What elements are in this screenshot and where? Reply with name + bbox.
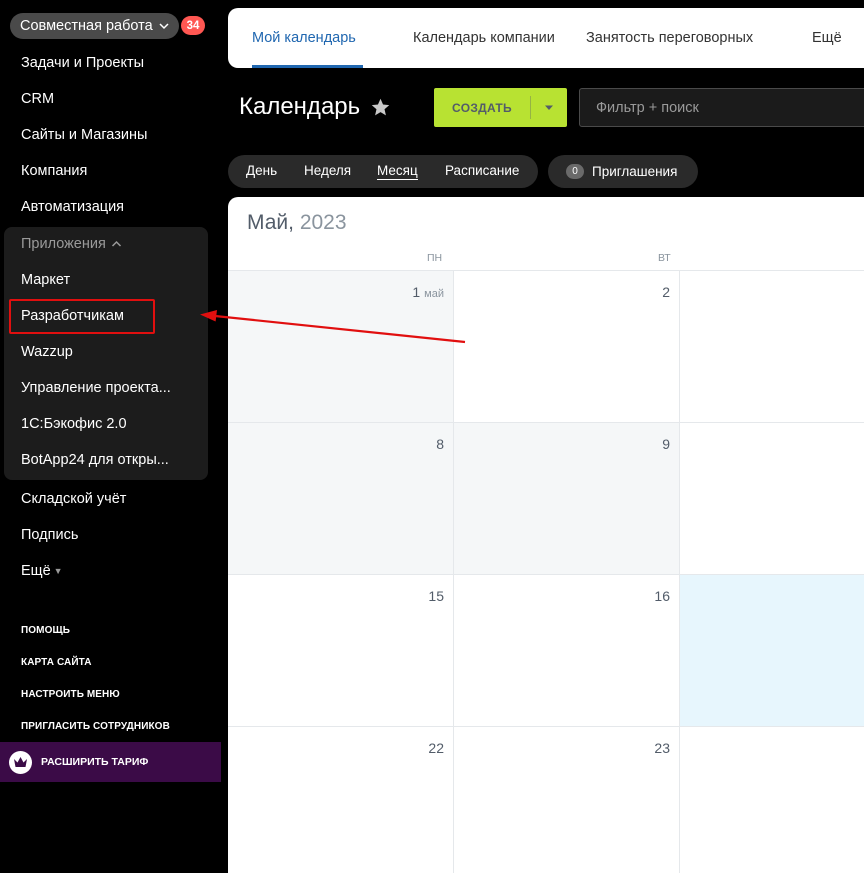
calendar-month: Май, (247, 211, 294, 234)
configure-menu-link[interactable]: НАСТРОИТЬ МЕНЮ (21, 688, 120, 702)
view-switcher: День Неделя Месяц Расписание (228, 155, 538, 188)
day-cell[interactable] (680, 423, 864, 575)
invitations-button[interactable]: 0 Приглашения (548, 155, 698, 188)
invite-employees-link[interactable]: ПРИГЛАСИТЬ СОТРУДНИКОВ (21, 720, 170, 734)
month-calendar: Май, 2023 ПН ВТ 1 май 2 8 9 15 16 22 23 (228, 197, 864, 873)
day-number: 16 (654, 588, 670, 604)
day-cell[interactable]: 16 (454, 575, 680, 727)
day-cell[interactable]: 9 (454, 423, 680, 575)
sidebar-item-automation[interactable]: Автоматизация (21, 197, 124, 217)
top-tabs: Мой календарь Календарь компании Занятос… (228, 8, 864, 68)
day-cell[interactable] (680, 271, 864, 423)
sidebar-item-1c-backoffice[interactable]: 1С:Бэкофис 2.0 (21, 414, 127, 434)
invitations-label: Приглашения (592, 164, 678, 179)
sidebar-item-botapp24[interactable]: BotApp24 для откры... (21, 450, 169, 470)
view-week[interactable]: Неделя (304, 163, 351, 178)
day-number: 1 май (412, 284, 444, 300)
day-cell[interactable]: 8 (228, 423, 454, 575)
star-icon[interactable] (370, 97, 391, 118)
apps-section-label: Приложения (21, 236, 106, 252)
apps-section-toggle[interactable]: Приложения (21, 234, 122, 254)
create-button-label: СОЗДАТЬ (452, 100, 512, 115)
day-cell-today[interactable] (680, 575, 864, 727)
sitemap-link[interactable]: КАРТА САЙТА (21, 656, 92, 670)
tab-company-calendar[interactable]: Календарь компании (413, 30, 555, 46)
crown-icon (9, 750, 32, 774)
caret-down-icon: ▼ (53, 566, 63, 576)
day-number: 8 (436, 436, 444, 452)
day-cell[interactable]: 22 (228, 727, 454, 873)
sidebar-item-tasks[interactable]: Задачи и Проекты (21, 53, 144, 73)
tab-my-calendar[interactable]: Мой календарь (252, 30, 356, 46)
sidebar-item-more-label: Ещё (21, 563, 51, 579)
day-number: 22 (428, 740, 444, 756)
day-number: 2 (662, 284, 670, 300)
upgrade-plan-label: РАСШИРИТЬ ТАРИФ (41, 756, 149, 768)
caret-down-icon (545, 105, 553, 110)
sidebar-item-company[interactable]: Компания (21, 161, 87, 181)
active-tab-indicator (252, 65, 363, 68)
help-link[interactable]: ПОМОЩЬ (21, 624, 70, 638)
page-title-text: Календарь (239, 93, 361, 120)
view-month[interactable]: Месяц (377, 163, 418, 180)
sidebar-item-signature[interactable]: Подпись (21, 525, 78, 545)
calendar-month-title: Май, 2023 (247, 211, 347, 235)
sidebar-item-project-management[interactable]: Управление проекта... (21, 378, 171, 398)
chevron-down-icon (159, 23, 169, 30)
page-title: Календарь (239, 93, 391, 121)
create-button[interactable]: СОЗДАТЬ (434, 88, 567, 127)
sidebar-item-more[interactable]: Ещё ▼ (21, 561, 63, 582)
view-schedule[interactable]: Расписание (445, 163, 519, 178)
annotation-arrow (200, 310, 466, 344)
invitations-count: 0 (566, 164, 584, 179)
view-day[interactable]: День (246, 163, 277, 178)
workspace-group-label: Совместная работа (20, 18, 153, 34)
notification-badge: 34 (181, 16, 205, 35)
upgrade-plan-button[interactable]: РАСШИРИТЬ ТАРИФ (0, 742, 221, 782)
day-cell[interactable] (680, 727, 864, 873)
weekday-mon: ПН (427, 252, 443, 264)
day-number: 9 (662, 436, 670, 452)
create-dropdown-toggle[interactable] (531, 105, 567, 111)
day-number: 23 (654, 740, 670, 756)
sidebar-item-wazzup[interactable]: Wazzup (21, 342, 73, 362)
sidebar-item-crm[interactable]: CRM (21, 89, 54, 109)
day-cell[interactable]: 2 (454, 271, 680, 423)
highlight-box (9, 299, 155, 334)
workspace-group-button[interactable]: Совместная работа (10, 13, 179, 39)
day-cell[interactable]: 15 (228, 575, 454, 727)
weekday-tue: ВТ (658, 252, 671, 264)
day-cell[interactable]: 23 (454, 727, 680, 873)
chevron-up-icon (111, 240, 121, 247)
tab-meeting-rooms[interactable]: Занятость переговорных (586, 30, 753, 46)
filter-search-input[interactable]: Фильтр + поиск (579, 88, 864, 127)
sidebar-item-warehouse[interactable]: Складской учёт (21, 489, 126, 509)
day-number: 15 (428, 588, 444, 604)
tab-more[interactable]: Ещё (812, 30, 842, 46)
calendar-year: 2023 (299, 211, 347, 234)
search-placeholder: Фильтр + поиск (596, 99, 699, 116)
sidebar-item-market[interactable]: Маркет (21, 270, 70, 290)
sidebar-item-sites[interactable]: Сайты и Магазины (21, 125, 147, 145)
sidebar: Совместная работа 34 Задачи и Проекты CR… (0, 0, 222, 873)
